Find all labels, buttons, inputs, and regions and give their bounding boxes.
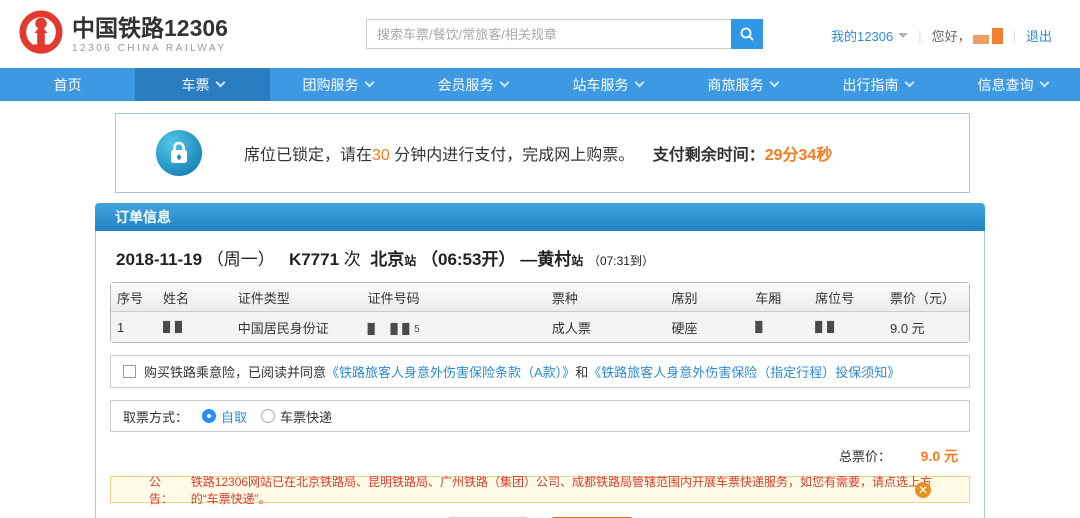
payment-notice: 席位已锁定，请在30 分钟内进行支付，完成网上购票。 支付剩余时间：29分34秒 bbox=[115, 113, 970, 193]
search-input[interactable] bbox=[366, 19, 731, 49]
main-nav: 首页 车票 团购服务 会员服务 站车服务 商旅服务 出行指南 信息查询 bbox=[0, 68, 1080, 101]
cell-name-redacted: █ █ bbox=[156, 312, 232, 342]
chevron-down-icon bbox=[769, 77, 779, 88]
arrive-station: 黄村 bbox=[537, 250, 572, 269]
logout-link[interactable]: 退出 bbox=[1026, 26, 1052, 45]
nav-item-group-service[interactable]: 团购服务 bbox=[270, 68, 405, 101]
user-links: 我的12306 | 您好， | 退出 bbox=[831, 26, 1052, 45]
pickup-method-row: 取票方式： 自取 车票快递 bbox=[110, 400, 970, 432]
top-header: 中国铁路12306 12306 CHINA RAILWAY 我的12306 | … bbox=[0, 0, 1080, 68]
total-price-value: 9.0 元 bbox=[920, 448, 958, 464]
cell-id-number-redacted: █ █ █ 5 bbox=[361, 312, 546, 342]
radio-ticket-express[interactable] bbox=[261, 409, 276, 423]
train-date: 2018-11-19 bbox=[116, 250, 203, 269]
cell-ticket-type: 成人票 bbox=[545, 312, 666, 342]
passenger-table: 序号 姓名 证件类型 证件号码 票种 席别 车厢 席位号 票价（元） 1 █ █… bbox=[110, 282, 970, 343]
train-weekday: （周一） bbox=[206, 250, 275, 269]
order-panel: 订单信息 2018-11-19 （周一） K7771 次 北京站 （06:53开… bbox=[95, 203, 985, 518]
announcement-label: 公告： bbox=[149, 474, 174, 506]
pickup-label: 取票方式： bbox=[123, 409, 189, 425]
lock-minutes: 30 bbox=[372, 147, 390, 164]
countdown-value: 29分34秒 bbox=[764, 147, 833, 164]
chevron-down-icon bbox=[215, 77, 225, 88]
radio-self-pickup-label[interactable]: 自取 bbox=[221, 407, 247, 426]
chevron-down-icon bbox=[1039, 77, 1049, 88]
nav-item-home[interactable]: 首页 bbox=[0, 68, 135, 101]
depart-time: （06:53开） bbox=[420, 250, 516, 269]
table-header-row: 序号 姓名 证件类型 证件号码 票种 席别 车厢 席位号 票价（元） bbox=[111, 283, 969, 312]
cell-seat-redacted: █ █ bbox=[809, 312, 884, 342]
logo-title: 中国铁路12306 bbox=[72, 14, 228, 41]
depart-station: 北京 bbox=[370, 250, 405, 269]
close-icon[interactable]: ✕ bbox=[915, 482, 931, 498]
search-icon bbox=[740, 27, 754, 41]
logo[interactable]: 中国铁路12306 12306 CHINA RAILWAY bbox=[18, 10, 228, 58]
my-12306-link[interactable]: 我的12306 bbox=[831, 26, 893, 45]
cell-car-redacted: █ bbox=[749, 312, 810, 342]
username-redacted bbox=[972, 27, 1003, 44]
nav-item-station-service[interactable]: 站车服务 bbox=[540, 68, 675, 101]
arrive-time: （07:31到） bbox=[587, 254, 654, 268]
insurance-checkbox[interactable] bbox=[123, 365, 136, 378]
insurance-terms-link[interactable]: 《铁路旅客人身意外伤害保险条款（A款）》 bbox=[326, 362, 575, 381]
radio-ticket-express-label[interactable]: 车票快递 bbox=[280, 407, 332, 426]
cell-seq: 1 bbox=[111, 312, 157, 342]
notice-text: 席位已锁定，请在30 分钟内进行支付，完成网上购票。 支付剩余时间：29分34秒 bbox=[244, 147, 833, 164]
separator: | bbox=[918, 28, 922, 43]
chevron-down-icon bbox=[904, 77, 914, 88]
lock-icon bbox=[156, 130, 202, 176]
search-bar bbox=[366, 19, 763, 49]
cell-price: 9.0 元 bbox=[883, 312, 969, 342]
announcement-text: 铁路12306网站已在北京铁路局、昆明铁路局、广州铁路（集团）公司、成都铁路局管… bbox=[190, 474, 933, 506]
order-panel-header: 订单信息 bbox=[95, 203, 985, 231]
nav-item-tickets[interactable]: 车票 bbox=[135, 68, 270, 101]
separator: | bbox=[1012, 28, 1016, 43]
search-button[interactable] bbox=[731, 19, 763, 49]
announcement-banner: 公告： 铁路12306网站已在北京铁路局、昆明铁路局、广州铁路（集团）公司、成都… bbox=[110, 475, 970, 506]
radio-self-pickup[interactable] bbox=[202, 409, 217, 423]
countdown-label: 支付剩余时间： bbox=[652, 147, 765, 164]
train-info: 2018-11-19 （周一） K7771 次 北京站 （06:53开） —黄村… bbox=[116, 250, 654, 269]
chevron-down-icon bbox=[364, 77, 374, 88]
cell-seat-class: 硬座 bbox=[665, 312, 750, 342]
chevron-down-icon bbox=[634, 77, 644, 88]
nav-item-travel-guide[interactable]: 出行指南 bbox=[810, 68, 945, 101]
greeting-text: 您好， bbox=[931, 29, 971, 44]
cell-id-type: 中国居民身份证 bbox=[231, 312, 362, 342]
insurance-notice-link[interactable]: 《铁路旅客人身意外伤害保险（指定行程）投保须知》 bbox=[588, 362, 900, 381]
nav-item-member-service[interactable]: 会员服务 bbox=[405, 68, 540, 101]
insurance-row: 购买铁路乘意险，已阅读并同意 《铁路旅客人身意外伤害保险条款（A款）》 和 《铁… bbox=[110, 355, 970, 388]
total-price-row: 总票价： 9.0 元 bbox=[110, 440, 970, 472]
chevron-down-icon[interactable] bbox=[898, 33, 909, 38]
nav-item-info-query[interactable]: 信息查询 bbox=[945, 68, 1080, 101]
total-price-label: 总票价： bbox=[839, 449, 892, 464]
nav-item-business-service[interactable]: 商旅服务 bbox=[675, 68, 810, 101]
logo-subtitle: 12306 CHINA RAILWAY bbox=[72, 42, 227, 54]
chevron-down-icon bbox=[499, 77, 509, 88]
china-railway-logo-icon bbox=[19, 10, 63, 54]
train-number: K7771 bbox=[288, 250, 340, 269]
passenger-row: 1 █ █ 中国居民身份证 █ █ █ 5 成人票 硬座 █ █ █ 9.0 元 bbox=[111, 312, 969, 342]
panel-title: 订单信息 bbox=[115, 209, 171, 225]
